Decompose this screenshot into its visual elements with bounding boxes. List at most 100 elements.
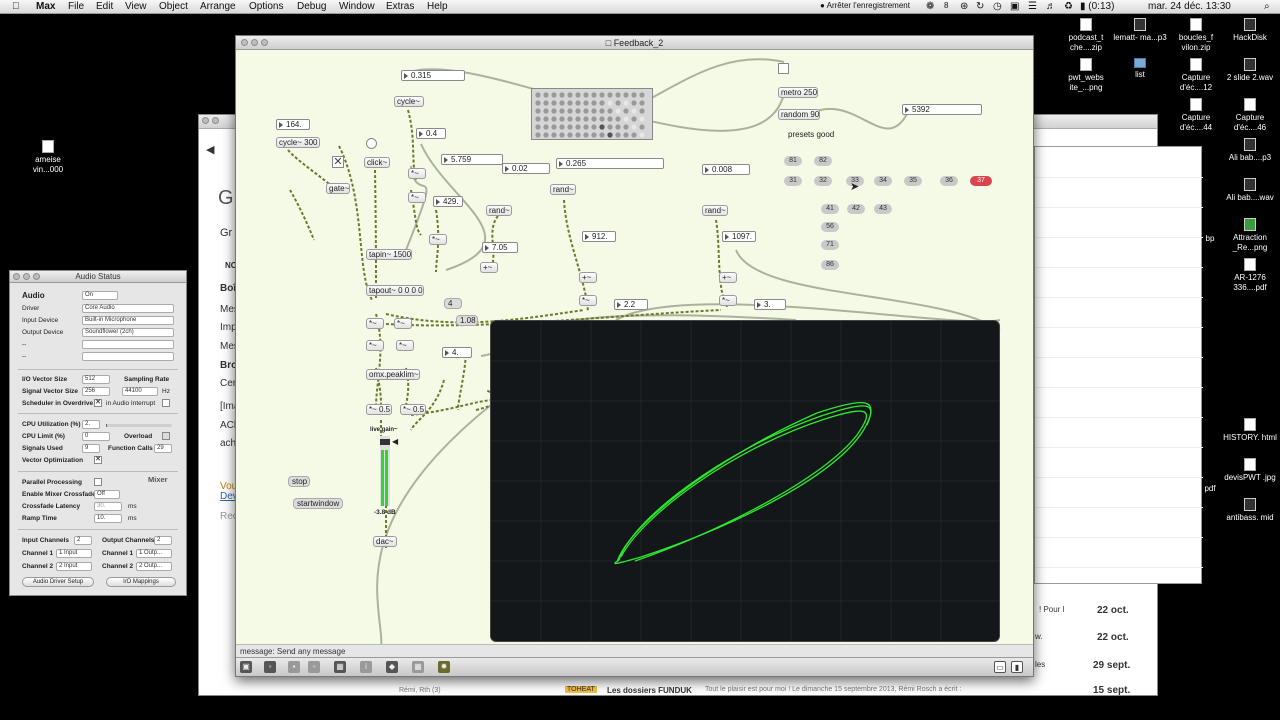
object-tapout[interactable]: tapout~ 0 0 0 0 [366,285,424,296]
ramp-time-input[interactable]: 10. [94,514,122,523]
desktop-icon[interactable]: devisPWT .jpg [1222,458,1278,483]
crossfade-latency-input[interactable]: 30. [94,502,122,511]
parallel-processing-checkbox[interactable] [94,478,102,486]
menu-app[interactable]: Max [36,1,55,12]
object-peaklim[interactable]: omx.peaklim~ [366,369,420,380]
desktop-icon[interactable]: list [1112,58,1168,80]
vector-optimization-checkbox[interactable]: ✕ [94,456,102,464]
presentation-icon[interactable]: ▪ [288,661,300,673]
desktop-icon[interactable]: Ali bab....p3 [1222,138,1278,163]
object-dac[interactable]: dac~ [373,536,397,547]
preset-slot[interactable]: 35 [904,176,922,186]
desktop-icon[interactable]: Attraction _Re...png [1222,218,1278,253]
signal-vector-select[interactable]: 256 [82,387,110,396]
channel-1-input-select[interactable]: 1 Input [56,549,92,558]
gain-handle[interactable] [380,439,390,445]
cpu-limit-input[interactable]: 0 [82,432,110,441]
new-object-icon[interactable]: ▫ [264,661,276,673]
desktop-icon[interactable]: ameise vin...000 [20,140,76,175]
gear-icon[interactable]: ❁ [926,1,934,12]
snap-icon[interactable]: ◆ [386,661,398,673]
number-box[interactable]: 0.02 [502,163,550,174]
audio-toggle[interactable]: On [82,291,118,300]
menu-options[interactable]: Options [249,1,283,12]
close-icon[interactable] [202,117,209,124]
info-icon[interactable]: i [360,661,372,673]
message-box[interactable]: 4 [444,298,462,309]
gain-slider[interactable] [380,436,390,506]
patcher-canvas[interactable]: 164. cycle~ 300 gate~ ✕ click~ 0.315 cyc… [236,50,1033,644]
menu-arrange[interactable]: Arrange [200,1,236,12]
menu-object[interactable]: Object [159,1,188,12]
number-box[interactable]: 4. [442,347,472,358]
object-multiply[interactable]: *~ [394,318,412,329]
desktop-icon[interactable]: HISTORY. html [1222,418,1278,443]
desktop-icon[interactable]: antibass. mid [1222,498,1278,523]
desktop-icon[interactable]: Capture d'éc....46 [1222,98,1278,133]
patch-cords-icon[interactable]: ▫ [308,661,320,673]
object-cycle-300[interactable]: cycle~ 300 [276,137,320,148]
object-multiply[interactable]: *~ [429,234,447,245]
wifi-icon[interactable]: ☰ [1028,1,1037,12]
menu-debug[interactable]: Debug [297,1,326,12]
battery-icon[interactable]: ▮ (0:13) [1080,1,1114,12]
number-box[interactable]: 5392 [902,104,982,115]
bluetooth-icon[interactable]: ⊛ [960,1,968,12]
io-vector-select[interactable]: 512 [82,375,110,384]
sidebar-toggle-icon[interactable]: ▮ [1011,661,1023,673]
desktop-icon[interactable]: AR-1276 336....pdf [1222,258,1278,293]
minimize-icon[interactable] [212,117,219,124]
object-tapin[interactable]: tapin~ 1500 [366,249,412,260]
desktop-icon[interactable]: pdf [1200,484,1220,494]
preset-slot[interactable]: 42 [847,204,865,214]
zoom-icon[interactable] [261,39,268,46]
startwindow-message[interactable]: startwindow [293,498,343,509]
lock-icon[interactable]: ▣ [240,661,252,673]
output-device-select[interactable]: Soundflower (2ch) [82,328,174,337]
menu-extras[interactable]: Extras [386,1,414,12]
number-box[interactable]: 1097. [722,231,756,242]
preset-slot[interactable]: 86 [821,260,839,270]
number-box[interactable]: 912. [582,231,616,242]
desktop-icon[interactable]: lematt- ma...p3 [1112,18,1168,43]
object-cycle[interactable]: cycle~ [394,96,424,107]
object-rand[interactable]: rand~ [550,184,576,195]
channel-1-output-select[interactable]: 1 Outp... [136,549,172,558]
preset-slot-active[interactable]: 37 [970,176,992,186]
menu-help[interactable]: Help [427,1,448,12]
empty-select[interactable] [82,340,174,349]
oscilloscope-display[interactable] [490,320,1000,642]
audio-interrupt-checkbox[interactable] [162,399,170,407]
desktop-icon[interactable]: pwt_webs ite_...png [1058,58,1114,93]
channel-2-output-select[interactable]: 2 Outp... [136,562,172,571]
debug-icon[interactable]: ✹ [438,661,450,673]
number-box[interactable]: 0.4 [416,128,446,139]
desktop-icon[interactable]: Capture d'éc....44 [1168,98,1224,133]
clock[interactable]: mar. 24 déc. 13:30 [1148,1,1231,12]
spotlight-icon[interactable]: ⌕ [1264,1,1270,12]
number-box[interactable]: 164. [276,119,310,130]
object-add[interactable]: +~ [579,272,597,283]
desktop-icon[interactable]: Ali bab....wav [1222,178,1278,203]
back-icon[interactable]: ◀ [206,143,214,156]
toggle-box[interactable]: ✕ [332,156,344,168]
preset-slot[interactable]: 36 [940,176,958,186]
desktop-icon[interactable]: 2 slide 2.wav [1222,58,1278,83]
object-rand[interactable]: rand~ [702,205,728,216]
object-add[interactable]: +~ [719,272,737,283]
driver-select[interactable]: Core Audio [82,304,174,313]
matrix-control[interactable] [531,88,653,140]
desktop-icon[interactable]: boucles_f vilon.zip [1168,18,1224,53]
minimize-icon[interactable] [251,39,258,46]
volume-icon[interactable]: ♬ [1046,1,1056,12]
input-device-select[interactable]: Built-in Microphone [82,316,174,325]
object-metro[interactable]: metro 250 [778,87,818,98]
audio-driver-setup-button[interactable]: Audio Driver Setup [22,577,94,587]
desktop-icon[interactable]: Capture d'éc....12 [1168,58,1224,93]
number-box[interactable]: 429. [433,196,463,207]
preset-slot[interactable]: 41 [821,204,839,214]
number-box[interactable]: 0.315 [401,70,465,81]
object-random[interactable]: random 90 [778,109,820,120]
enable-crossfade-select[interactable]: Off [94,490,120,499]
number-box[interactable]: 2.2 [614,299,648,310]
